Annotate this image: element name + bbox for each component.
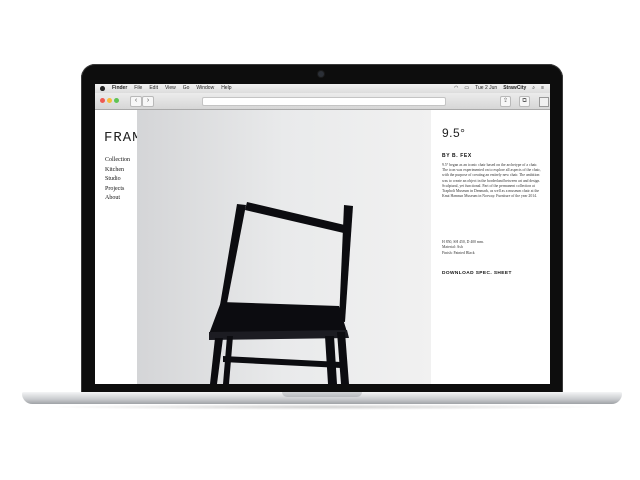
product-info-panel: 9.5° BY B. FEX 9.5° began as an iconic c… bbox=[431, 110, 550, 384]
laptop-screen: Finder File Edit View Go Window Help ◠ ▭… bbox=[95, 84, 550, 384]
minimize-window-button[interactable] bbox=[107, 98, 112, 103]
nav-kitchen[interactable]: Kitchen bbox=[105, 166, 130, 176]
zoom-window-button[interactable] bbox=[114, 98, 119, 103]
sidebar-toggle-icon[interactable] bbox=[539, 97, 549, 107]
apple-icon[interactable] bbox=[100, 86, 105, 91]
site-sidebar: FRAMA Collection Kitchen Studio Projects… bbox=[95, 110, 150, 384]
menu-edit[interactable]: Edit bbox=[149, 84, 158, 93]
share-icon[interactable]: ⇪ bbox=[500, 96, 511, 107]
back-button[interactable]: ‹ bbox=[130, 96, 142, 107]
battery-icon[interactable]: ▭ bbox=[464, 84, 469, 93]
camera-icon bbox=[318, 71, 324, 77]
product-specs: H 850, SH 450, D 400 mm. Material: Ash F… bbox=[442, 240, 542, 256]
chair-image bbox=[137, 110, 431, 384]
nav-projects[interactable]: Projects bbox=[105, 185, 130, 195]
webpage: FRAMA Collection Kitchen Studio Projects… bbox=[95, 110, 550, 384]
menu-go[interactable]: Go bbox=[183, 84, 190, 93]
menu-view[interactable]: View bbox=[165, 84, 176, 93]
menubar-user[interactable]: StrawCity bbox=[503, 84, 526, 93]
nav-about[interactable]: About bbox=[105, 194, 130, 204]
product-description: 9.5° began as an iconic chair based on t… bbox=[442, 163, 541, 199]
spotlight-icon[interactable]: ⌕ bbox=[532, 84, 535, 93]
forward-button[interactable]: › bbox=[142, 96, 154, 107]
nav-studio[interactable]: Studio bbox=[105, 175, 130, 185]
menu-finder[interactable]: Finder bbox=[112, 84, 127, 93]
wifi-icon[interactable]: ◠ bbox=[454, 84, 458, 93]
tabs-icon[interactable]: ⧉ bbox=[519, 96, 530, 107]
site-nav: Collection Kitchen Studio Projects About bbox=[105, 156, 130, 204]
product-author: BY B. FEX bbox=[442, 153, 472, 159]
menu-file[interactable]: File bbox=[134, 84, 142, 93]
list-icon[interactable]: ≡ bbox=[541, 84, 544, 93]
nav-collection[interactable]: Collection bbox=[105, 156, 130, 166]
close-window-button[interactable] bbox=[100, 98, 105, 103]
download-spec-link[interactable]: DOWNLOAD SPEC. SHEET bbox=[442, 271, 512, 276]
address-bar[interactable] bbox=[202, 97, 446, 106]
product-photo bbox=[137, 110, 431, 384]
menu-help[interactable]: Help bbox=[221, 84, 231, 93]
laptop-notch bbox=[282, 392, 362, 397]
spec-finish: Finish: Painted Black bbox=[442, 250, 475, 255]
browser-toolbar: ‹ › ⇪ ⧉ bbox=[95, 93, 550, 110]
product-title: 9.5° bbox=[442, 126, 466, 140]
menu-window[interactable]: Window bbox=[196, 84, 214, 93]
laptop-shadow bbox=[40, 404, 606, 410]
menubar-clock[interactable]: Tue 2 Jun bbox=[475, 84, 497, 93]
